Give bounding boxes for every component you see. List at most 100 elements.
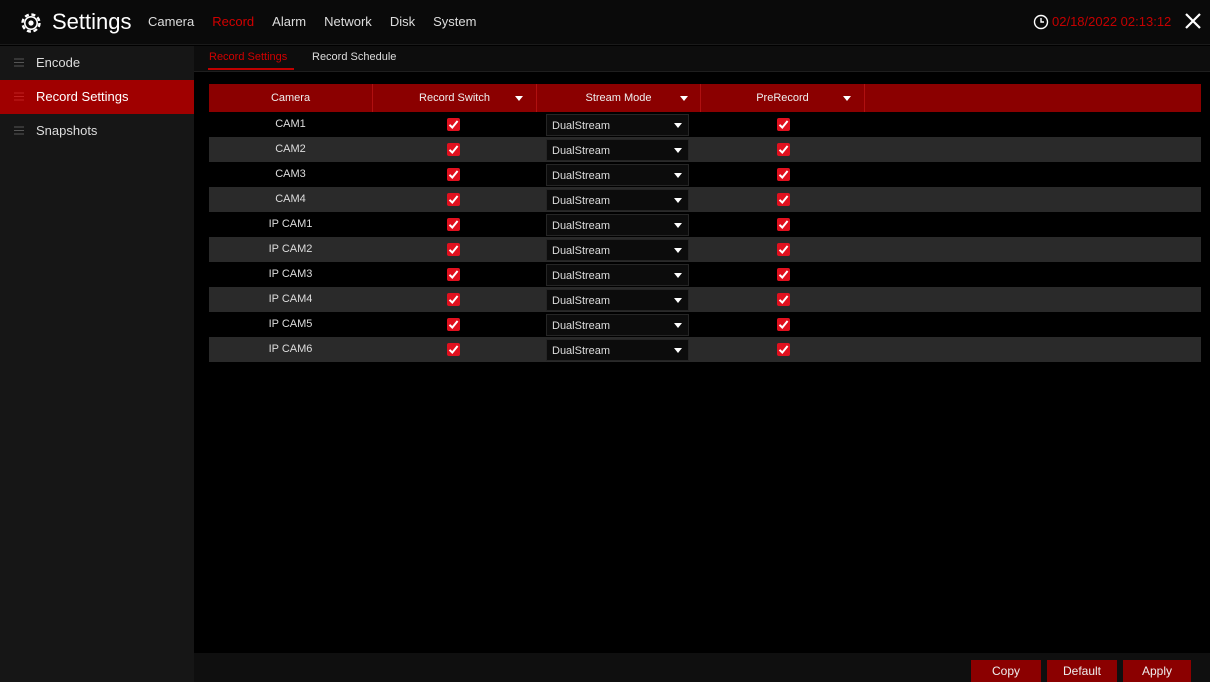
- column-header-label: PreRecord: [756, 92, 809, 104]
- tab-disk[interactable]: Disk: [390, 14, 415, 29]
- stream-mode-value: DualStream: [552, 120, 611, 132]
- dropdown-arrow-icon: [674, 298, 682, 303]
- table-header: Camera Record Switch Stream Mode PreReco…: [209, 84, 1201, 112]
- record-switch-checkbox[interactable]: [447, 268, 460, 281]
- table-row: IP CAM4 DualStream: [209, 287, 1201, 312]
- column-header-stream-mode[interactable]: Stream Mode: [537, 84, 701, 112]
- subtab-bar: Record Settings Record Schedule: [194, 46, 1210, 72]
- record-switch-checkbox[interactable]: [447, 318, 460, 331]
- top-bar: Settings Camera Record Alarm Network Dis…: [0, 0, 1210, 45]
- column-header-label: Stream Mode: [585, 92, 652, 104]
- main-nav: Camera Record Alarm Network Disk System: [148, 14, 494, 29]
- stream-mode-select[interactable]: DualStream: [546, 139, 689, 161]
- record-settings-table: Camera Record Switch Stream Mode PreReco…: [209, 84, 1201, 362]
- record-switch-checkbox[interactable]: [447, 243, 460, 256]
- dropdown-arrow-icon: [843, 96, 851, 101]
- record-switch-checkbox[interactable]: [447, 293, 460, 306]
- table-row: IP CAM3 DualStream: [209, 262, 1201, 287]
- default-button[interactable]: Default: [1047, 660, 1117, 682]
- camera-name: IP CAM4: [268, 293, 313, 305]
- sidebar-item-label: Record Settings: [36, 89, 129, 104]
- stream-mode-value: DualStream: [552, 270, 611, 282]
- stream-mode-select[interactable]: DualStream: [546, 289, 689, 311]
- prerecord-checkbox[interactable]: [777, 268, 790, 281]
- stream-mode-value: DualStream: [552, 320, 611, 332]
- camera-name: IP CAM1: [268, 218, 313, 230]
- stream-mode-value: DualStream: [552, 295, 611, 307]
- subtab-record-schedule[interactable]: Record Schedule: [312, 51, 396, 63]
- stream-mode-value: DualStream: [552, 195, 611, 207]
- tab-record[interactable]: Record: [212, 14, 254, 29]
- record-switch-checkbox[interactable]: [447, 118, 460, 131]
- stream-mode-value: DualStream: [552, 345, 611, 357]
- sidebar-item-encode[interactable]: Encode: [0, 46, 194, 80]
- prerecord-checkbox[interactable]: [777, 243, 790, 256]
- tab-alarm[interactable]: Alarm: [272, 14, 306, 29]
- stream-mode-select[interactable]: DualStream: [546, 239, 689, 261]
- record-switch-checkbox[interactable]: [447, 343, 460, 356]
- dropdown-arrow-icon: [674, 348, 682, 353]
- sidebar-item-record-settings[interactable]: Record Settings: [0, 80, 194, 114]
- record-switch-checkbox[interactable]: [447, 143, 460, 156]
- sidebar-item-label: Snapshots: [36, 123, 98, 138]
- column-header-record-switch[interactable]: Record Switch: [373, 84, 537, 112]
- stream-mode-value: DualStream: [552, 170, 611, 182]
- dropdown-arrow-icon: [680, 96, 688, 101]
- stream-mode-select[interactable]: DualStream: [546, 164, 689, 186]
- dropdown-arrow-icon: [674, 123, 682, 128]
- tab-camera[interactable]: Camera: [148, 14, 194, 29]
- stream-mode-value: DualStream: [552, 245, 611, 257]
- stream-mode-value: DualStream: [552, 145, 611, 157]
- dropdown-arrow-icon: [674, 223, 682, 228]
- stream-mode-select[interactable]: DualStream: [546, 114, 689, 136]
- column-header-prerecord[interactable]: PreRecord: [701, 84, 865, 112]
- prerecord-checkbox[interactable]: [777, 218, 790, 231]
- prerecord-checkbox[interactable]: [777, 143, 790, 156]
- camera-name: IP CAM5: [268, 318, 313, 330]
- stream-mode-value: DualStream: [552, 220, 611, 232]
- stream-mode-select[interactable]: DualStream: [546, 189, 689, 211]
- table-row: CAM4 DualStream: [209, 187, 1201, 212]
- column-header-label: Camera: [270, 92, 311, 104]
- prerecord-checkbox[interactable]: [777, 118, 790, 131]
- camera-name: IP CAM3: [268, 268, 313, 280]
- close-icon[interactable]: [1184, 12, 1202, 30]
- dropdown-arrow-icon: [674, 273, 682, 278]
- camera-name: IP CAM6: [268, 343, 313, 355]
- copy-button[interactable]: Copy: [971, 660, 1041, 682]
- table-row: CAM1 DualStream: [209, 112, 1201, 137]
- record-switch-checkbox[interactable]: [447, 168, 460, 181]
- record-switch-checkbox[interactable]: [447, 193, 460, 206]
- stream-mode-select[interactable]: DualStream: [546, 314, 689, 336]
- record-switch-checkbox[interactable]: [447, 218, 460, 231]
- prerecord-checkbox[interactable]: [777, 343, 790, 356]
- camera-name: CAM3: [275, 168, 306, 180]
- dropdown-arrow-icon: [674, 323, 682, 328]
- tab-system[interactable]: System: [433, 14, 476, 29]
- camera-name: CAM4: [275, 193, 306, 205]
- stream-mode-select[interactable]: DualStream: [546, 339, 689, 361]
- subtab-active-indicator: [208, 68, 294, 70]
- camera-name: CAM1: [275, 118, 306, 130]
- prerecord-checkbox[interactable]: [777, 193, 790, 206]
- camera-name: CAM2: [275, 143, 306, 155]
- table-row: CAM3 DualStream: [209, 162, 1201, 187]
- stream-mode-select[interactable]: DualStream: [546, 264, 689, 286]
- dropdown-arrow-icon: [674, 148, 682, 153]
- table-row: IP CAM6 DualStream: [209, 337, 1201, 362]
- prerecord-checkbox[interactable]: [777, 318, 790, 331]
- camera-name: IP CAM2: [268, 243, 313, 255]
- tab-network[interactable]: Network: [324, 14, 372, 29]
- subtab-record-settings[interactable]: Record Settings: [209, 51, 287, 63]
- stream-mode-select[interactable]: DualStream: [546, 214, 689, 236]
- datetime-display: 02/18/2022 02:13:12: [1052, 14, 1172, 29]
- gear-icon: [21, 13, 41, 33]
- prerecord-checkbox[interactable]: [777, 293, 790, 306]
- table-row: IP CAM1 DualStream: [209, 212, 1201, 237]
- sidebar-item-snapshots[interactable]: Snapshots: [0, 114, 194, 148]
- dropdown-arrow-icon: [515, 96, 523, 101]
- clock-icon: [1033, 14, 1049, 30]
- apply-button[interactable]: Apply: [1123, 660, 1191, 682]
- dropdown-arrow-icon: [674, 173, 682, 178]
- prerecord-checkbox[interactable]: [777, 168, 790, 181]
